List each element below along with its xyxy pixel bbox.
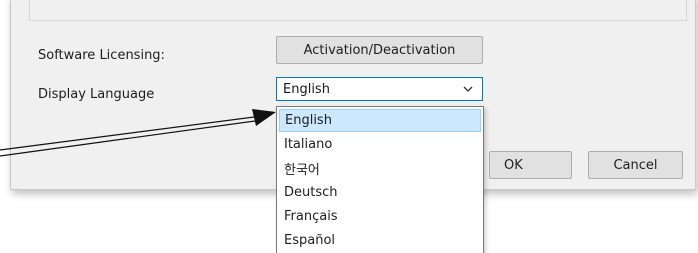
display-language-label: Display Language	[38, 87, 155, 102]
language-option-english[interactable]: English	[279, 109, 481, 132]
option-label: 한국어	[284, 163, 320, 178]
option-label: Italiano	[284, 137, 333, 152]
chevron-down-icon	[463, 86, 473, 92]
software-licensing-label: Software Licensing:	[38, 48, 165, 63]
screenshot-stage: Software Licensing: Activation/Deactivat…	[0, 0, 698, 253]
option-label: English	[285, 113, 332, 128]
option-label: Français	[284, 209, 338, 224]
option-label: Español	[284, 233, 336, 248]
language-option-francais[interactable]: Français	[279, 205, 481, 228]
combobox-value: English	[283, 81, 330, 97]
language-dropdown-list: English Italiano 한국어 Deutsch Français Es…	[276, 106, 484, 253]
cancel-button[interactable]: Cancel	[588, 151, 683, 179]
language-option-deutsch[interactable]: Deutsch	[279, 181, 481, 204]
language-option-espanol[interactable]: Español	[279, 229, 481, 252]
language-option-korean[interactable]: 한국어	[279, 157, 481, 180]
group-box-frame	[29, 0, 687, 21]
language-option-italiano[interactable]: Italiano	[279, 133, 481, 156]
display-language-combobox[interactable]: English	[276, 77, 483, 101]
ok-button[interactable]: OK	[489, 151, 572, 179]
option-label: Deutsch	[284, 185, 338, 200]
activation-deactivation-button[interactable]: Activation/Deactivation	[276, 36, 483, 64]
